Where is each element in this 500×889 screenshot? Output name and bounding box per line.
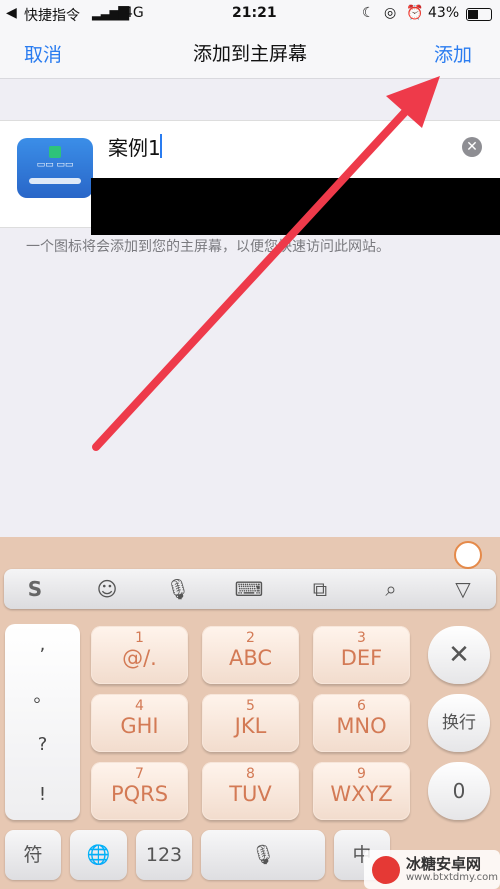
globe-icon: 🌐 [86,844,111,866]
key-4[interactable]: 4 GHI [91,694,188,752]
clipboard-icon[interactable]: ⧉ [305,577,335,601]
add-button[interactable]: 添加 [434,40,472,67]
key-1[interactable]: 1 @/. [91,626,188,684]
signal-icon: ▂▃▅▇ [92,5,129,21]
key-8[interactable]: 8 TUV [202,762,299,820]
punct-question[interactable]: ? [5,734,80,755]
key-9[interactable]: 9 WXYZ [313,762,410,820]
navigation-bar: 取消 添加到主屏幕 添加 [0,28,500,79]
microphone-icon[interactable]: 🎙 [163,577,193,601]
clear-icon[interactable]: ✕ [462,137,482,157]
punct-comma[interactable]: , [5,634,80,655]
watermark-url: www.btxtdmy.com [406,872,499,883]
battery-icon [466,8,492,21]
redaction-block [91,178,500,235]
text-cursor [160,134,162,158]
key-3[interactable]: 3 DEF [313,626,410,684]
globe-key[interactable]: 🌐 [70,830,127,880]
battery-percent: 43% [428,5,460,21]
key-7[interactable]: 7 PQRS [91,762,188,820]
newline-key[interactable]: 换行 [428,694,490,752]
shortcut-name-input[interactable]: 案例1 [108,132,161,161]
helper-text: 一个图标将会添加到您的主屏幕，以便您快速访问此网站。 [26,239,390,255]
space-key[interactable]: 🎙 [201,830,325,880]
watermark-logo-icon [372,856,400,884]
collapse-keyboard-icon[interactable]: ▽ [448,577,478,601]
status-bar: ◀ 快捷指令 ▂▃▅▇ 4G 21:21 ☾ ◎ ⏰ 43% [0,0,500,28]
orientation-lock-icon: ◎ [384,5,397,21]
microphone-icon: 🎙 [250,844,276,866]
network-type: 4G [124,5,144,21]
key-2[interactable]: 2 ABC [202,626,299,684]
zero-key[interactable]: 0 [428,762,490,820]
emoji-icon[interactable]: ☺ [92,577,122,601]
delete-key[interactable]: ✕ [428,626,490,684]
watermark-brand: 冰糖安卓网 [406,855,482,873]
search-icon[interactable]: ⌕ [376,577,406,601]
number-switch-key[interactable]: 123 [136,830,192,880]
punct-period[interactable]: 。 [5,682,80,708]
app-icon: ▭▭ ▭▭ [17,138,93,198]
site-watermark: 冰糖安卓网 www.btxtdmy.com [364,850,500,889]
moon-icon: ☾ [362,5,375,21]
key-6[interactable]: 6 MNO [313,694,410,752]
page-title: 添加到主屏幕 [192,43,307,65]
clock: 21:21 [232,5,277,21]
keyboard-icon[interactable]: ⌨ [234,577,264,601]
punct-exclaim[interactable]: ! [5,784,80,805]
back-chevron-icon[interactable]: ◀ [6,5,17,21]
sogou-mascot-icon[interactable] [454,541,482,569]
symbol-key[interactable]: 符 [5,830,61,880]
alarm-icon: ⏰ [406,5,424,21]
key-5[interactable]: 5 JKL [202,694,299,752]
punctuation-column[interactable]: , 。 ? ! [5,624,80,820]
sogou-logo-icon[interactable]: S [20,577,50,601]
back-app-label[interactable]: 快捷指令 [24,5,80,25]
